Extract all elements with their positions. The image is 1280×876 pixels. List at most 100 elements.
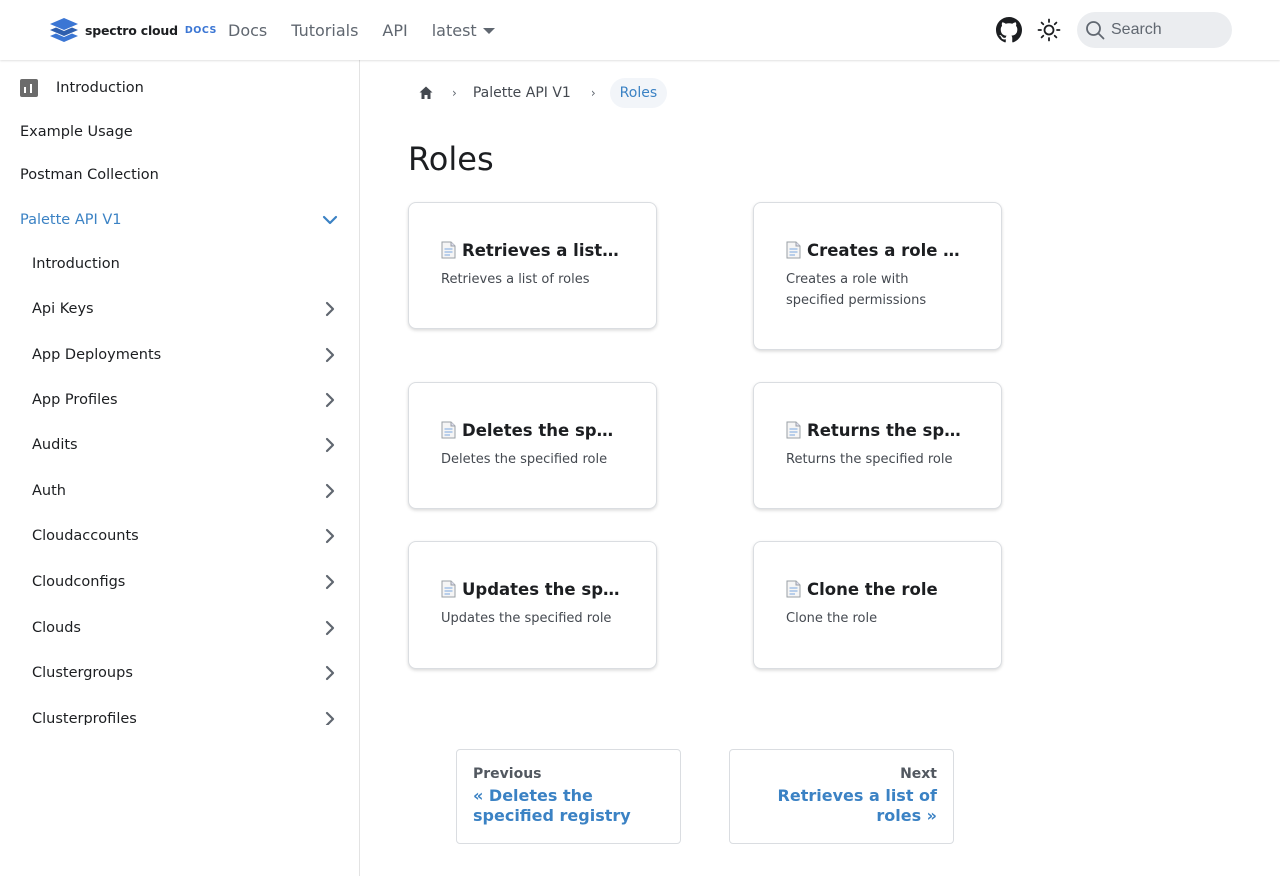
document-icon — [441, 241, 456, 259]
sidebar-item-audits[interactable]: Audits — [32, 425, 345, 465]
card-title: Deletes the specified role — [462, 421, 624, 440]
chart-icon — [20, 79, 38, 97]
card-title: Updates the specified role — [462, 580, 624, 599]
sidebar-item-label: App Profiles — [32, 392, 118, 408]
chevron-right-icon[interactable] — [320, 481, 340, 501]
chevron-right-icon[interactable] — [320, 299, 340, 319]
brand-logo[interactable]: spectro cloud DOCS — [48, 16, 217, 44]
card-title: Creates a role with specified permission… — [807, 241, 969, 260]
brand-docs-label: DOCS — [184, 24, 217, 36]
card-title: Retrieves a list of roles — [462, 241, 624, 260]
sidebar-item-label: Cloudaccounts — [32, 528, 139, 544]
sidebar-item-clouds[interactable]: Clouds — [32, 608, 345, 648]
sidebar-item-app-deployments[interactable]: App Deployments — [32, 335, 345, 375]
sidebar-item-label: Palette API V1 — [20, 212, 122, 228]
chevron-right-icon[interactable] — [320, 345, 340, 365]
card-title-wrap: Clone the role — [786, 580, 969, 599]
sidebar-item-cloudconfigs[interactable]: Cloudconfigs — [32, 562, 345, 602]
card-title: Clone the role — [807, 580, 938, 599]
card-creates-role[interactable]: Creates a role with specified permission… — [753, 202, 1002, 350]
chevron-right-icon[interactable] — [320, 572, 340, 592]
card-updates-role[interactable]: Updates the specified role Updates the s… — [408, 541, 657, 669]
card-title-wrap: Retrieves a list of roles — [441, 241, 624, 260]
card-description: Deletes the specified role — [441, 452, 608, 467]
breadcrumb-current: Roles — [609, 77, 668, 108]
document-icon — [786, 241, 801, 259]
chevron-right-icon: › — [452, 85, 457, 100]
github-icon[interactable] — [996, 17, 1022, 43]
card-retrieves-roles[interactable]: Retrieves a list of roles Retrieves a li… — [408, 202, 657, 329]
sidebar: Introduction Example Usage Postman Colle… — [0, 60, 360, 876]
pagination-previous-sublabel: Previous — [473, 766, 542, 782]
breadcrumb: › Palette API V1 › Roles — [408, 76, 668, 109]
document-icon — [441, 580, 456, 598]
sidebar-item-auth[interactable]: Auth — [32, 471, 345, 511]
sidebar-item-label: Auth — [32, 483, 66, 499]
sidebar-item-example-usage[interactable]: Example Usage — [20, 112, 345, 152]
chevron-right-icon[interactable] — [320, 526, 340, 546]
card-title-wrap: Returns the specified role — [786, 421, 969, 440]
sun-icon[interactable] — [1037, 18, 1061, 42]
sidebar-item-label: Clouds — [32, 620, 81, 636]
search-placeholder: Search — [1111, 21, 1162, 38]
card-description: Retrieves a list of roles — [441, 272, 590, 287]
version-dropdown[interactable]: latest — [432, 21, 495, 40]
breadcrumb-parent[interactable]: Palette API V1 — [471, 85, 573, 101]
sidebar-item-app-profiles[interactable]: App Profiles — [32, 380, 345, 420]
chevron-down-icon[interactable] — [320, 210, 340, 230]
sidebar-item-introduction[interactable]: Introduction — [20, 68, 345, 108]
sidebar-item-clusterprofiles[interactable]: Clusterprofiles — [32, 699, 345, 725]
main-content: › Palette API V1 › Roles Roles Retrieves… — [360, 60, 1280, 876]
card-returns-role[interactable]: Returns the specified role Returns the s… — [753, 382, 1002, 509]
chevron-right-icon[interactable] — [320, 435, 340, 455]
search-icon — [1086, 21, 1105, 40]
chevron-right-icon[interactable] — [320, 663, 340, 683]
sidebar-item-label: App Deployments — [32, 347, 162, 363]
pagination-previous-link[interactable]: Previous « Deletes the specified registr… — [456, 749, 681, 844]
pagination-next-sublabel: Next — [900, 766, 937, 782]
chevron-right-icon[interactable] — [320, 390, 340, 410]
card-description: Updates the specified role — [441, 611, 612, 626]
sidebar-item-label: Clustergroups — [32, 665, 133, 681]
sidebar-item-v1-introduction[interactable]: Introduction — [32, 244, 345, 284]
sidebar-item-label: Postman Collection — [20, 167, 159, 183]
card-title: Returns the specified role — [807, 421, 969, 440]
sidebar-item-label: Cloudconfigs — [32, 574, 126, 590]
pagination-next-label: Retrieves a list of roles » — [777, 786, 937, 825]
search-button[interactable]: Search — [1077, 12, 1232, 48]
document-icon — [786, 421, 801, 439]
pagination-previous-label: « Deletes the specified registry — [473, 786, 631, 825]
nav-link-tutorials[interactable]: Tutorials — [291, 21, 358, 40]
pagination-next-link[interactable]: Next Retrieves a list of roles » — [729, 749, 954, 844]
spectro-cloud-logo-icon — [50, 18, 78, 42]
sidebar-item-palette-api-v1[interactable]: Palette API V1 — [20, 200, 345, 240]
page-title: Roles — [408, 140, 494, 178]
nav-link-api[interactable]: API — [382, 21, 407, 40]
home-icon[interactable] — [418, 85, 434, 101]
sidebar-item-label: Introduction — [56, 80, 144, 96]
sidebar-item-postman-collection[interactable]: Postman Collection — [20, 155, 345, 195]
chevron-right-icon[interactable] — [320, 618, 340, 638]
sidebar-item-label: Example Usage — [20, 124, 133, 140]
sidebar-item-label: Api Keys — [32, 301, 94, 317]
chevron-right-icon[interactable] — [320, 709, 340, 725]
version-label: latest — [431, 20, 477, 40]
chevron-right-icon: › — [590, 85, 596, 100]
card-description: Creates a role with specified permission… — [786, 272, 927, 308]
brand-name: spectro cloud — [85, 22, 178, 38]
sidebar-item-clustergroups[interactable]: Clustergroups — [32, 653, 345, 693]
nav-link-docs[interactable]: Docs — [228, 21, 267, 40]
nav-links: Docs Tutorials API latest — [228, 0, 495, 60]
card-title-wrap: Updates the specified role — [441, 580, 624, 599]
sidebar-item-label: Introduction — [32, 256, 120, 272]
sidebar-item-label: Clusterprofiles — [32, 711, 137, 725]
caret-down-icon — [482, 28, 495, 34]
document-icon — [441, 421, 456, 439]
card-description: Returns the specified role — [786, 452, 953, 467]
document-icon — [786, 580, 801, 598]
top-navbar: spectro cloud DOCS Docs Tutorials API la… — [0, 0, 1280, 60]
sidebar-item-cloudaccounts[interactable]: Cloudaccounts — [32, 516, 345, 556]
card-deletes-role[interactable]: Deletes the specified role Deletes the s… — [408, 382, 657, 509]
sidebar-item-api-keys[interactable]: Api Keys — [32, 289, 345, 329]
card-clone-role[interactable]: Clone the role Clone the role — [753, 541, 1002, 669]
